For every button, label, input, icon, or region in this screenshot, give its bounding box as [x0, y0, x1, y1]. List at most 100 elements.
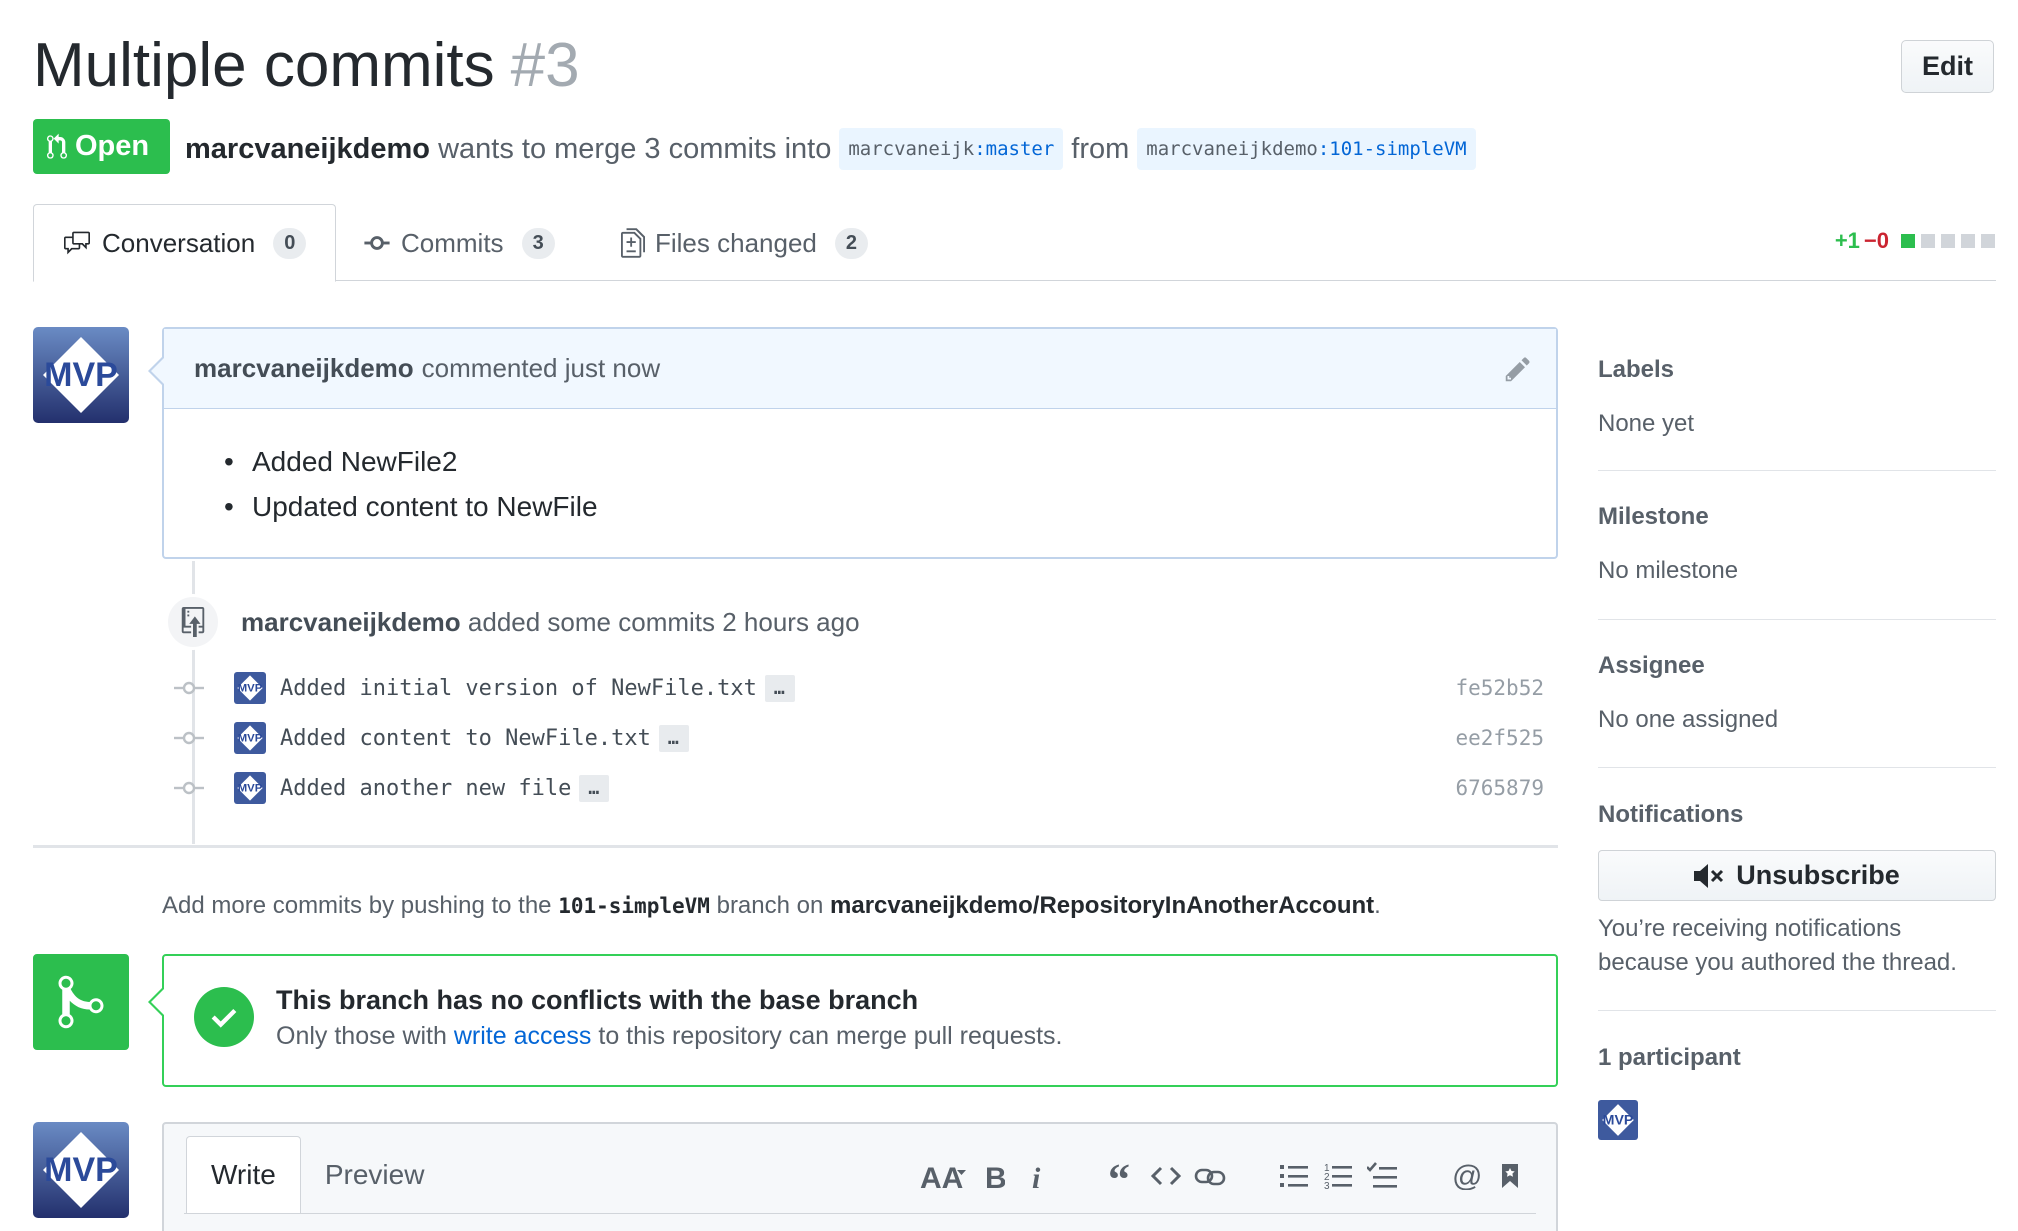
sidebar-divider [1598, 1010, 1996, 1011]
text-size-icon[interactable]: AA [920, 1156, 966, 1196]
commit-sha[interactable]: 6765879 [1455, 776, 1544, 800]
merge-sub-suffix: to this repository can merge pull reques… [598, 1022, 1063, 1050]
quote-icon[interactable]: “ [1106, 1156, 1138, 1196]
bookmark-icon[interactable] [1494, 1156, 1526, 1196]
diffstat: +1 −0 [1835, 228, 1995, 254]
file-diff-icon [621, 228, 645, 258]
comment-box: marcvaneijkdemo commented just now Added… [148, 327, 1558, 559]
head-owner: marcvaneijkdemo [1146, 138, 1318, 160]
git-commit-icon [363, 234, 391, 252]
git-pull-request-icon [47, 133, 67, 161]
commit-message[interactable]: Added initial version of NewFile.txt [280, 676, 757, 701]
diffstat-block-neutral [1921, 234, 1935, 248]
diffstat-block-neutral [1941, 234, 1955, 248]
head-branch-ref[interactable]: marcvaneijkdemo:101-simpleVM [1137, 128, 1476, 170]
from-text: from [1071, 132, 1130, 165]
push-author[interactable]: marcvaneijkdemo [241, 607, 461, 637]
merge-status-subtitle: Only those with write access to this rep… [276, 1022, 1063, 1051]
comment-timestamp: commented just now [421, 353, 661, 383]
markdown-toolbar: AA B i “ 123 @ [908, 1156, 1526, 1196]
pencil-icon[interactable] [1504, 355, 1532, 383]
diffstat-block-neutral [1961, 234, 1975, 248]
tab-write[interactable]: Write [186, 1136, 301, 1213]
base-branch-ref[interactable]: marcvaneijk:master [839, 128, 1064, 170]
unordered-list-icon[interactable] [1278, 1156, 1310, 1196]
commit-message[interactable]: Added another new file [280, 776, 571, 801]
notifications-heading: Notifications [1598, 801, 1744, 828]
commit-row: MVP Added another new file … 6765879 [174, 768, 1544, 808]
commit-row: MVP Added initial version of NewFile.txt… [174, 668, 1544, 708]
git-commit-icon [174, 681, 204, 695]
tab-conversation[interactable]: Conversation 0 [33, 204, 336, 282]
svg-text:3: 3 [1324, 1181, 1330, 1190]
avatar-label: MVP [238, 683, 263, 695]
tab-commits-label: Commits [401, 227, 504, 258]
labels-value: None yet [1598, 410, 1695, 437]
merge-text: wants to merge 3 commits into [438, 132, 832, 165]
avatar[interactable]: MVP [234, 672, 266, 704]
task-list-icon[interactable] [1366, 1156, 1398, 1196]
ordered-list-icon[interactable]: 123 [1322, 1156, 1354, 1196]
mute-icon [1694, 863, 1726, 889]
hint-branch: 101-simpleVM [558, 894, 710, 918]
unsubscribe-button[interactable]: Unsubscribe [1598, 850, 1996, 901]
comment-arrow [148, 355, 165, 387]
avatar-label: MVP [44, 1151, 118, 1189]
commit-expand-button[interactable]: … [764, 674, 795, 702]
avatar[interactable]: MVP [33, 327, 129, 423]
sidebar-divider [1598, 470, 1996, 471]
git-commit-icon [174, 781, 204, 795]
mention-icon[interactable]: @ [1450, 1156, 1482, 1196]
avatar-label: MVP [238, 733, 263, 745]
participant-avatar[interactable]: MVP [1598, 1100, 1638, 1140]
merge-arrow [148, 986, 165, 1018]
write-access-link[interactable]: write access [454, 1022, 592, 1050]
merge-sub-prefix: Only those with [276, 1022, 447, 1050]
svg-text:“: “ [1108, 1162, 1130, 1190]
avatar[interactable]: MVP [234, 722, 266, 754]
tab-files-changed[interactable]: Files changed 2 [593, 204, 896, 282]
push-hint: Add more commits by pushing to the 101-s… [162, 892, 1381, 920]
edit-button[interactable]: Edit [1901, 40, 1994, 93]
commit-expand-button[interactable]: … [658, 724, 689, 752]
labels-heading[interactable]: Labels [1598, 356, 1674, 384]
code-icon[interactable] [1150, 1156, 1182, 1196]
list-item: Added NewFile2 [224, 439, 1556, 484]
tab-commits-count: 3 [521, 227, 555, 259]
bold-icon[interactable]: B [978, 1156, 1010, 1196]
commit-expand-button[interactable]: … [579, 774, 610, 802]
tab-commits[interactable]: Commits 3 [335, 204, 583, 282]
commit-message[interactable]: Added content to NewFile.txt [280, 726, 651, 751]
comment-editor: Write Preview AA B i “ 123 @ [162, 1122, 1558, 1231]
hint-suffix: . [1374, 892, 1381, 919]
editor-tabs: Write Preview [186, 1136, 448, 1213]
hint-repo-link[interactable]: marcvaneijkdemo/RepositoryInAnotherAccou… [830, 892, 1374, 919]
pr-meta: marcvaneijkdemo wants to merge 3 commits… [185, 128, 1484, 170]
avatar-label: MVP [238, 783, 263, 795]
commit-sha[interactable]: fe52b52 [1455, 676, 1544, 700]
pr-title-text: Multiple commits [33, 31, 495, 100]
milestone-heading[interactable]: Milestone [1598, 503, 1709, 531]
avatar[interactable]: MVP [33, 1122, 129, 1218]
state-label: Open [75, 130, 150, 162]
commit-sha[interactable]: ee2f525 [1455, 726, 1544, 750]
svg-text:AA: AA [920, 1162, 963, 1190]
timeline-divider [33, 845, 1558, 848]
tab-files-count: 2 [834, 227, 869, 259]
link-icon[interactable] [1194, 1156, 1226, 1196]
comment-discussion-icon [62, 230, 92, 256]
avatar[interactable]: MVP [234, 772, 266, 804]
pr-author-link[interactable]: marcvaneijkdemo [185, 133, 430, 166]
avatar-label: MVP [44, 356, 118, 394]
diffstat-block-added [1901, 234, 1915, 248]
comment-author[interactable]: marcvaneijkdemo [194, 353, 414, 384]
tab-preview[interactable]: Preview [301, 1136, 449, 1213]
hint-middle: branch on [716, 892, 824, 919]
editor-textarea-border[interactable] [184, 1213, 1536, 1214]
svg-text:@: @ [1452, 1162, 1480, 1190]
pr-title: Multiple commits #3 [33, 30, 580, 101]
git-commit-icon [174, 731, 204, 745]
italic-icon[interactable]: i [1022, 1156, 1054, 1196]
assignee-heading[interactable]: Assignee [1598, 652, 1705, 680]
merge-status-box: This branch has no conflicts with the ba… [148, 954, 1558, 1087]
